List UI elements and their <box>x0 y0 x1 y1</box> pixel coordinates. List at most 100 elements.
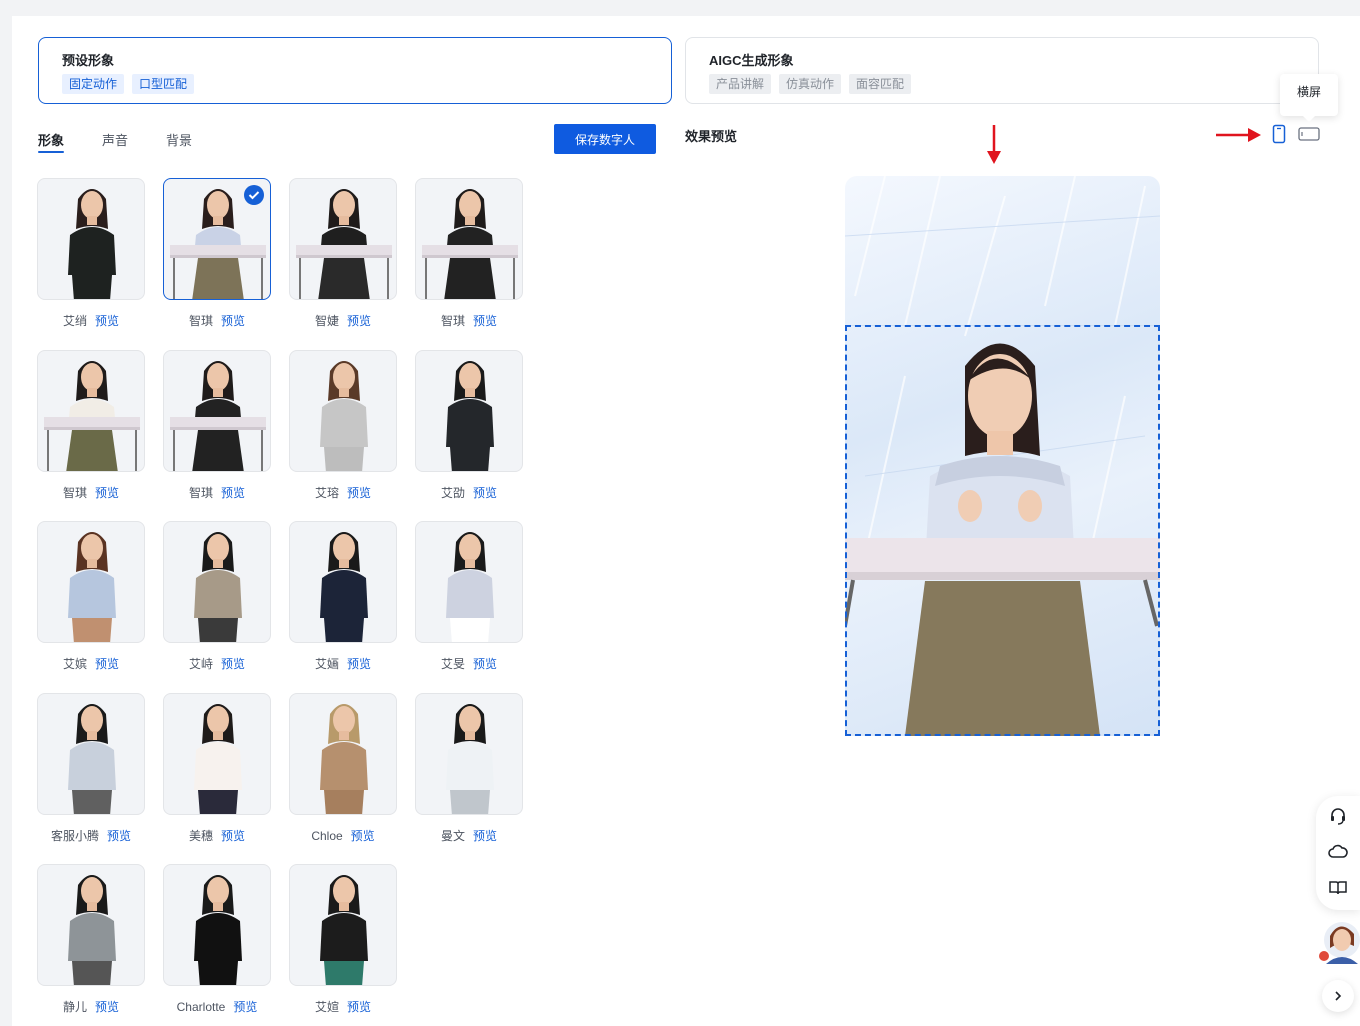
avatar-card[interactable]: 艾瑢 预览 <box>289 349 397 522</box>
avatar-card[interactable]: 艾旻 预览 <box>415 521 523 693</box>
avatar-name: 智琪 <box>188 314 213 328</box>
avatar-card[interactable]: 客服小腾 预览 <box>37 692 145 865</box>
avatar-card[interactable]: 艾嫔 预览 <box>37 521 145 693</box>
avatar-preview-link[interactable]: 预览 <box>221 657 245 671</box>
avatar-thumbnail[interactable] <box>37 692 145 815</box>
preview-title: 效果预览 <box>685 129 738 144</box>
aigc-avatar-card[interactable]: AIGC生成形象 产品讲解 仿真动作 面容匹配 <box>685 37 1319 104</box>
avatar-thumbnail[interactable] <box>37 864 145 986</box>
avatar-thumbnail[interactable] <box>415 521 523 643</box>
avatar-card[interactable]: Chloe 预览 <box>289 692 397 865</box>
avatar-card[interactable]: 曼文 预览 <box>415 692 523 865</box>
avatar-card[interactable]: 艾媗 预览 <box>289 864 397 1026</box>
avatar-thumbnail[interactable] <box>163 349 271 472</box>
avatar-preview-link[interactable]: 预览 <box>221 829 245 843</box>
avatar-preview-link[interactable]: 预览 <box>473 829 497 843</box>
landscape-icon[interactable] <box>1298 127 1320 146</box>
avatar-card[interactable]: 艾峙 预览 <box>163 521 271 693</box>
cloud-icon[interactable] <box>1328 842 1348 862</box>
assistant-avatar[interactable] <box>1316 916 1360 964</box>
avatar-thumbnail[interactable] <box>37 349 145 472</box>
avatar-preview-link[interactable]: 预览 <box>221 486 245 500</box>
avatar-thumbnail[interactable] <box>163 521 271 643</box>
avatar-preview-link[interactable]: 预览 <box>95 314 119 328</box>
avatar-thumbnail[interactable] <box>289 864 397 986</box>
avatar-thumbnail[interactable] <box>37 521 145 643</box>
floating-toolbar <box>1316 796 1360 910</box>
avatar-thumbnail[interactable] <box>37 178 145 300</box>
avatar-card[interactable]: 静儿 预览 <box>37 864 145 1026</box>
avatar-card[interactable]: 艾婳 预览 <box>289 521 397 693</box>
avatar-card[interactable]: 艾绡 预览 <box>37 178 145 350</box>
avatar-figure <box>446 532 494 642</box>
next-button[interactable] <box>1322 980 1354 1012</box>
aigc-tag-motion: 仿真动作 <box>779 74 842 94</box>
avatar-preview-link[interactable]: 预览 <box>347 1000 371 1014</box>
avatar-thumbnail[interactable] <box>415 692 523 815</box>
avatar-thumbnail[interactable] <box>163 178 271 300</box>
headset-icon[interactable] <box>1328 806 1348 826</box>
preview-stage <box>845 176 1160 736</box>
avatar-preview-link[interactable]: 预览 <box>221 314 245 328</box>
avatar-name: 艾峙 <box>188 657 213 671</box>
crop-frame[interactable] <box>845 325 1160 736</box>
avatar-preview-link[interactable]: 预览 <box>95 657 119 671</box>
avatar-card[interactable]: 智琪 预览 <box>37 349 145 522</box>
avatar-preview-link[interactable]: 预览 <box>473 314 497 328</box>
avatar-name: 美穗 <box>188 828 213 843</box>
avatar-figure <box>194 703 242 814</box>
avatar-thumbnail[interactable] <box>415 349 523 472</box>
avatar-thumbnail[interactable] <box>415 178 523 300</box>
avatar-figure <box>320 875 368 985</box>
preset-tag-lip-sync: 口型匹配 <box>132 74 195 94</box>
avatar-name: Chloe <box>311 828 343 843</box>
avatar-preview-link[interactable]: 预览 <box>347 657 371 671</box>
avatar-preview-link[interactable]: 预览 <box>473 657 497 671</box>
avatar-card[interactable]: 美穗 预览 <box>163 692 271 865</box>
aigc-tag-face: 面容匹配 <box>849 74 912 94</box>
avatar-figure <box>170 360 266 471</box>
avatar-name: 客服小腾 <box>50 828 99 843</box>
tab-voice[interactable]: 声音 <box>102 130 128 154</box>
avatar-preview-link[interactable]: 预览 <box>95 1000 119 1014</box>
main-panel: 预设形象 固定动作 口型匹配 AIGC生成形象 产品讲解 仿真动作 面容匹配 形… <box>12 16 1360 1026</box>
avatar-preview-link[interactable]: 预览 <box>95 486 119 500</box>
preset-card-title: 预设形象 <box>62 53 115 68</box>
portrait-icon[interactable] <box>1272 124 1286 149</box>
avatar-figure <box>422 189 518 299</box>
avatar-preview-link[interactable]: 预览 <box>347 314 371 328</box>
avatar-figure <box>68 532 116 642</box>
avatar-card[interactable]: Charlotte 预览 <box>163 864 271 1026</box>
avatar-name: 静儿 <box>62 1000 87 1014</box>
preset-avatar-card[interactable]: 预设形象 固定动作 口型匹配 <box>38 37 672 104</box>
avatar-preview-link[interactable]: 预览 <box>233 1000 257 1014</box>
avatar-card[interactable]: 智琪 预览 <box>415 178 523 350</box>
avatar-thumbnail[interactable] <box>289 521 397 643</box>
avatar-preview-link[interactable]: 预览 <box>347 486 371 500</box>
avatar-thumbnail[interactable] <box>289 692 397 815</box>
avatar-card[interactable]: 艾劭 预览 <box>415 349 523 522</box>
tab-avatar[interactable]: 形象 <box>38 130 65 154</box>
avatar-card[interactable]: 智琪 预览 <box>163 349 271 522</box>
avatar-card[interactable]: 智婕 预览 <box>289 178 397 350</box>
avatar-thumbnail[interactable] <box>163 692 271 815</box>
avatar-thumbnail[interactable] <box>289 178 397 300</box>
avatar-thumbnail[interactable] <box>163 864 271 986</box>
chevron-right-icon <box>1335 991 1342 1001</box>
tab-background[interactable]: 背景 <box>166 130 192 154</box>
book-icon[interactable] <box>1328 878 1348 898</box>
avatar-name: 艾嫔 <box>62 657 87 671</box>
avatar-preview-link[interactable]: 预览 <box>107 829 131 843</box>
avatar-thumbnail[interactable] <box>289 349 397 472</box>
save-digital-human-button[interactable]: 保存数字人 <box>554 124 656 154</box>
avatar-name: 艾劭 <box>440 485 465 500</box>
avatar-name: Charlotte <box>176 1000 226 1014</box>
annotation-arrow-down-icon <box>986 125 1002 170</box>
aigc-tag-product: 产品讲解 <box>709 74 772 94</box>
avatar-preview-link[interactable]: 预览 <box>473 486 497 500</box>
avatar-card[interactable]: 智琪 预览 <box>163 178 271 350</box>
avatar-figure <box>68 189 116 299</box>
landscape-tooltip: 横屏 <box>1280 74 1338 122</box>
avatar-preview-link[interactable]: 预览 <box>351 829 375 843</box>
avatar-figure <box>194 875 242 985</box>
